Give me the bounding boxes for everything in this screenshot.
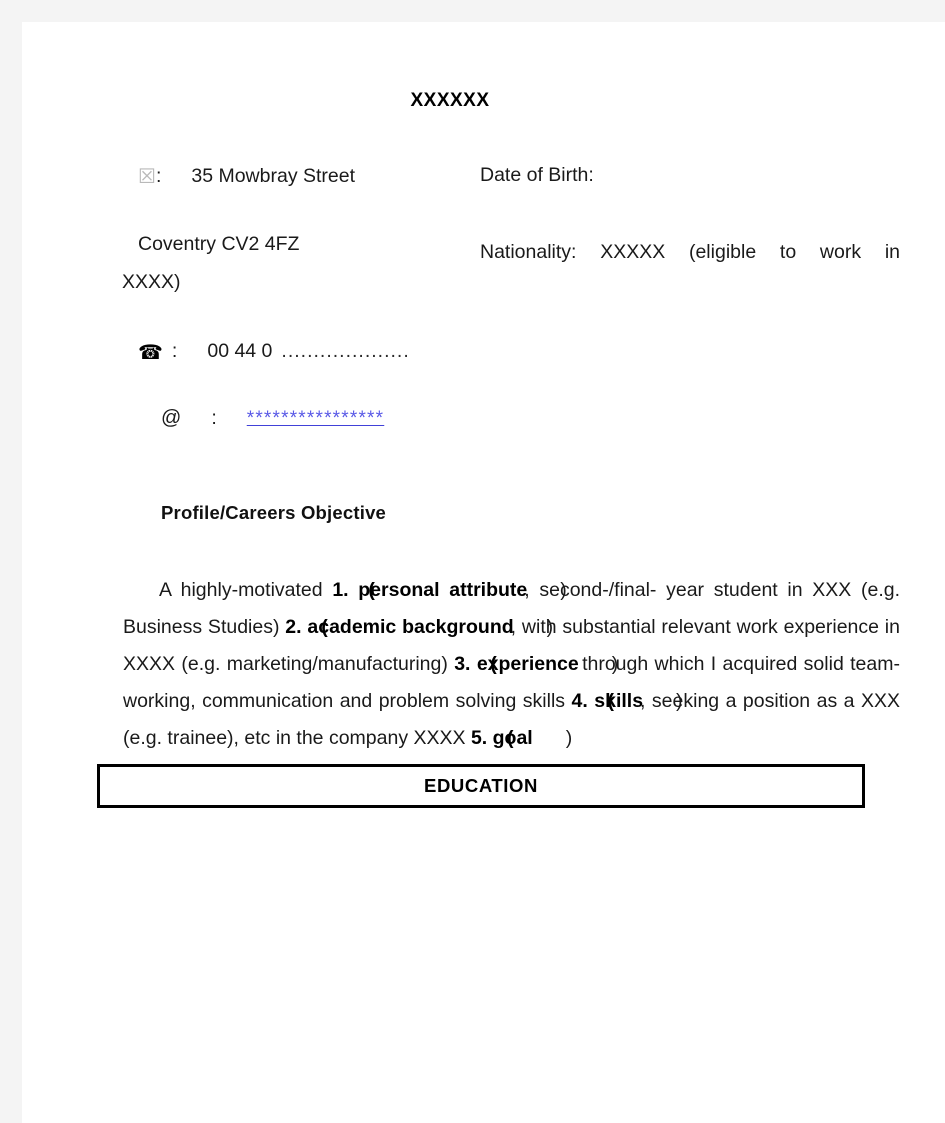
- phone-line: ☎: 00 44 0....................: [138, 340, 410, 365]
- contact-row-phone: ☎: 00 44 0....................: [22, 340, 945, 370]
- contact-row-city-nationality: Coventry CV2 4FZ Nationality: XXXXX (eli…: [22, 233, 945, 303]
- address-line-2: Coventry CV2 4FZ: [138, 233, 300, 255]
- contact-row-email: @: ****************: [22, 407, 945, 437]
- annotation-2-academic-background: 2. academic background: [285, 616, 514, 638]
- address-line-1-text: 35 Mowbray Street: [191, 165, 356, 187]
- contact-row-address-dob: ☒: 35 Mowbray Street Date of Birth:: [22, 164, 945, 194]
- page-title: XXXXXX: [410, 90, 490, 111]
- nationality-line-2: XXXX): [122, 271, 181, 293]
- annotation-5-goal: 5. goal: [470, 727, 533, 749]
- address-separator: :: [155, 165, 162, 187]
- nationality-line-1: Nationality: XXXXX (eligible to work in: [480, 241, 900, 263]
- phone-dotted-fill: ....................: [281, 340, 410, 362]
- email-address-link[interactable]: ****************: [247, 408, 385, 429]
- annotation-4-skills: 4. skills: [571, 690, 644, 712]
- email-separator: :: [211, 407, 217, 429]
- phone-number: 00 44 0: [207, 340, 273, 362]
- telephone-icon: ☎: [138, 342, 163, 364]
- annotation-1-personal-attribute: 1. personal attribute: [332, 579, 528, 601]
- address-line-1: ☒: 35 Mowbray Street: [138, 164, 355, 189]
- profile-careers-objective-heading: Profile/Careers Objective: [161, 502, 387, 523]
- document-body: XXXXXX ☒: 35 Mowbray Street Date of Birth…: [22, 22, 945, 1123]
- education-section-box: EDUCATION: [97, 764, 865, 808]
- email-line: @: ****************: [161, 407, 384, 430]
- annotation-3-experience: 3. experience: [454, 653, 579, 675]
- at-icon: @: [161, 407, 182, 429]
- document-page: XXXXXX ☒: 35 Mowbray Street Date of Birth…: [22, 22, 945, 1123]
- profile-text-1: A highly-motivated: [159, 579, 333, 601]
- profile-paragraph: A highly-motivated (1. personal attribut…: [123, 579, 901, 749]
- date-of-birth-label: Date of Birth:: [480, 164, 594, 186]
- education-label: EDUCATION: [424, 775, 538, 796]
- phone-separator: :: [171, 340, 178, 362]
- envelope-icon: ☒: [138, 166, 156, 188]
